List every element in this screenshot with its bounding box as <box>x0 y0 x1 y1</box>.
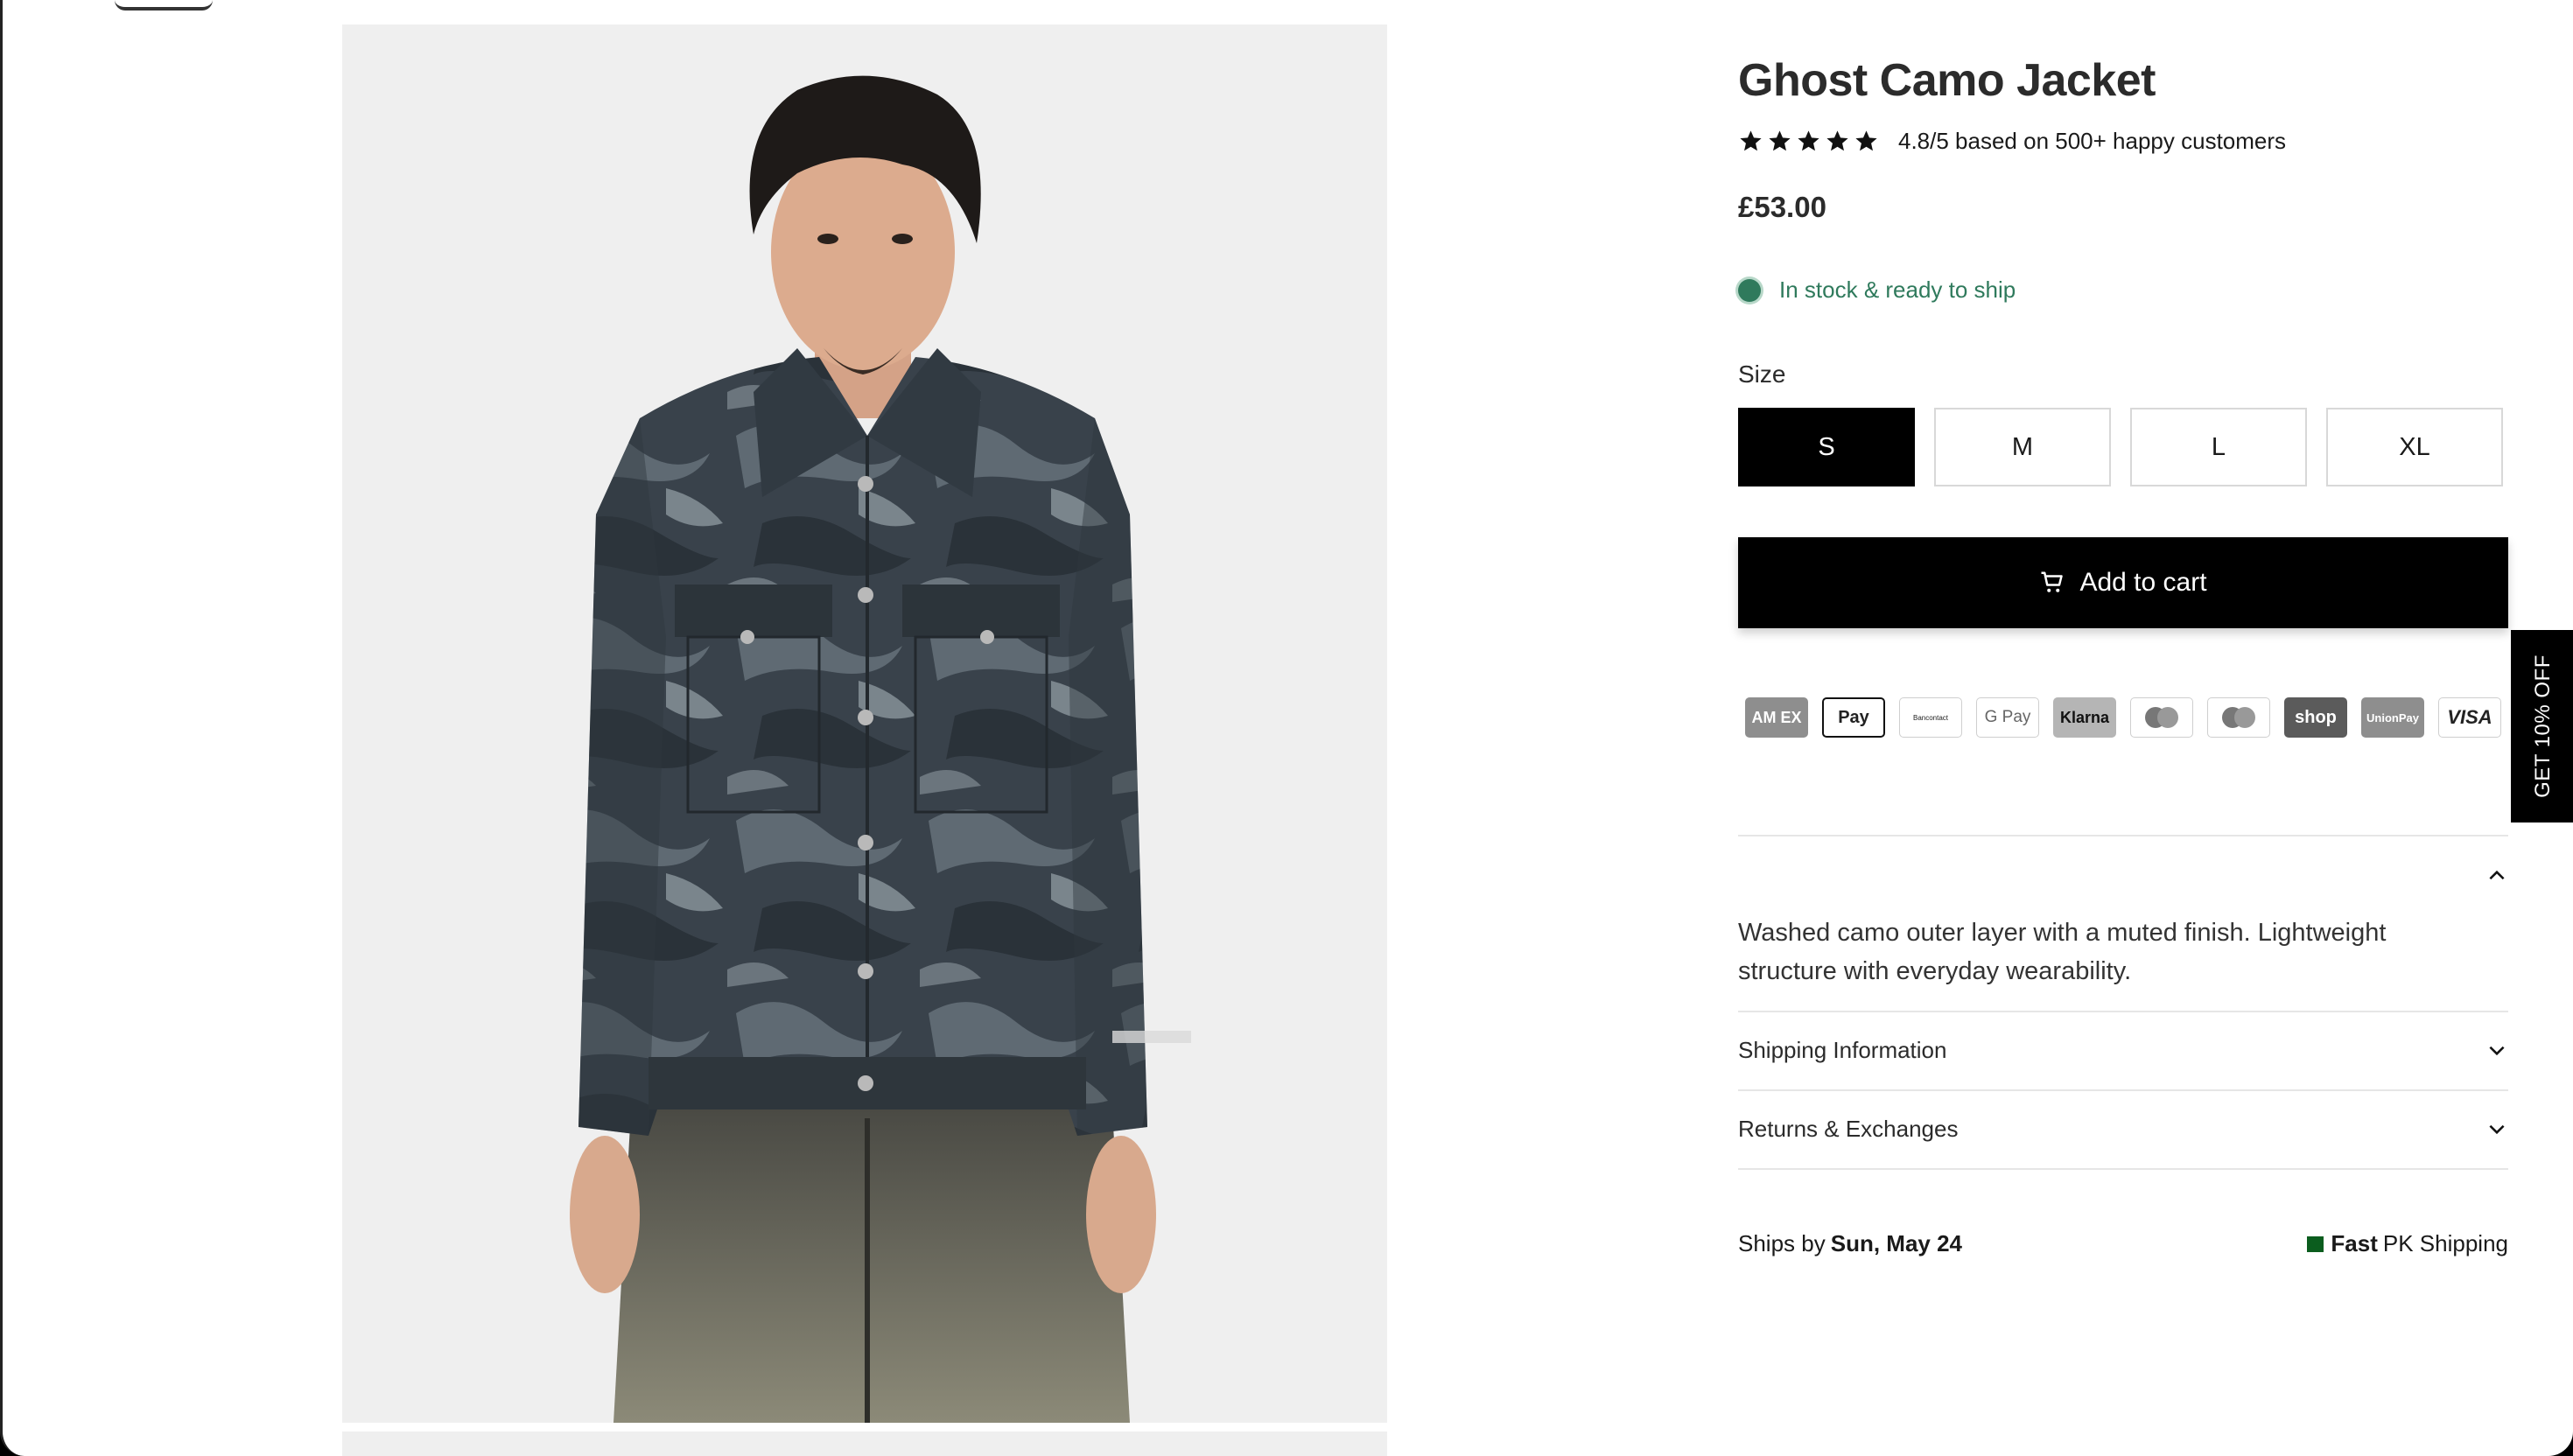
ships-by-date: Sun, May 24 <box>1830 1230 1963 1256</box>
fast-shipping-suffix: PK Shipping <box>2382 1230 2508 1256</box>
unionpay-icon: UnionPay <box>2361 697 2424 738</box>
returns-accordion[interactable]: Returns & Exchanges <box>1738 1091 2508 1168</box>
stock-status: In stock & ready to ship <box>1738 276 2016 304</box>
chevron-down-icon <box>2489 1124 2505 1135</box>
product-second-image[interactable] <box>342 1432 1387 1456</box>
star-icon <box>1769 130 1791 151</box>
returns-accordion-label: Returns & Exchanges <box>1738 1116 1959 1142</box>
pk-flag-icon <box>2301 1236 2324 1252</box>
fast-label: Fast <box>2331 1230 2378 1256</box>
size-label: Size <box>1738 360 1786 388</box>
size-option-s[interactable]: S <box>1738 408 1915 486</box>
apple-pay-icon: Pay <box>1822 697 1885 738</box>
product-page: Ghost Camo Jacket 4.8/5 based on 500+ ha… <box>0 0 2573 1456</box>
maestro-icon <box>2130 697 2193 738</box>
star-icon <box>1798 130 1819 151</box>
product-main-image[interactable] <box>342 24 1387 1423</box>
product-price: £53.00 <box>1738 191 1826 223</box>
amex-icon: AM EX <box>1745 697 1808 738</box>
klarna-icon: Klarna <box>2053 697 2116 738</box>
cart-icon <box>2041 571 2064 592</box>
size-option-xl[interactable]: XL <box>2326 408 2503 486</box>
google-pay-icon: G Pay <box>1976 697 2039 738</box>
ships-by-prefix: Ships by <box>1738 1230 1826 1256</box>
rating-text: 4.8/5 based on 500+ happy customers <box>1898 128 2287 154</box>
product-description: Washed camo outer layer with a muted fin… <box>1738 919 2387 985</box>
visa-icon: VISA <box>2438 697 2501 738</box>
ships-by: Ships by Sun, May 24 <box>1738 1230 1962 1257</box>
discount-side-tab-label: GET 10% OFF <box>2531 654 2555 798</box>
shipping-accordion[interactable]: Shipping Information <box>1738 1012 2508 1089</box>
shipping-accordion-label: Shipping Information <box>1738 1037 1947 1063</box>
shop-pay-icon: shop <box>2284 697 2347 738</box>
size-option-m[interactable]: M <box>1934 408 2111 486</box>
bancontact-icon: Bancontact <box>1899 697 1962 738</box>
chevron-down-icon <box>2489 1046 2505 1056</box>
divider <box>1738 1168 2508 1170</box>
fast-shipping: Fast PK Shipping <box>2301 1230 2508 1257</box>
chevron-up-icon <box>2489 870 2505 880</box>
size-selector: S M L XL <box>1738 408 2503 486</box>
rating-stars <box>1738 129 1879 154</box>
add-to-cart-label: Add to cart <box>2079 568 2207 597</box>
stock-dot-icon <box>1738 278 1761 302</box>
star-icon <box>1826 130 1848 151</box>
site-logo[interactable] <box>115 0 213 10</box>
mastercard-icon <box>2207 697 2270 738</box>
add-to-cart-button[interactable]: Add to cart <box>1738 537 2508 628</box>
description-accordion-header[interactable] <box>1738 836 2508 914</box>
payment-methods: AM EX Pay Bancontact G Pay Klarna shop U… <box>1745 697 2501 738</box>
product-title: Ghost Camo Jacket <box>1738 55 2156 106</box>
model-photo <box>570 75 1191 1423</box>
discount-side-tab[interactable]: GET 10% OFF <box>2511 630 2573 822</box>
stock-text: In stock & ready to ship <box>1779 276 2016 303</box>
rating: 4.8/5 based on 500+ happy customers <box>1738 128 2286 155</box>
size-option-l[interactable]: L <box>2130 408 2307 486</box>
star-icon <box>1740 130 1762 151</box>
star-icon <box>1855 130 1877 151</box>
